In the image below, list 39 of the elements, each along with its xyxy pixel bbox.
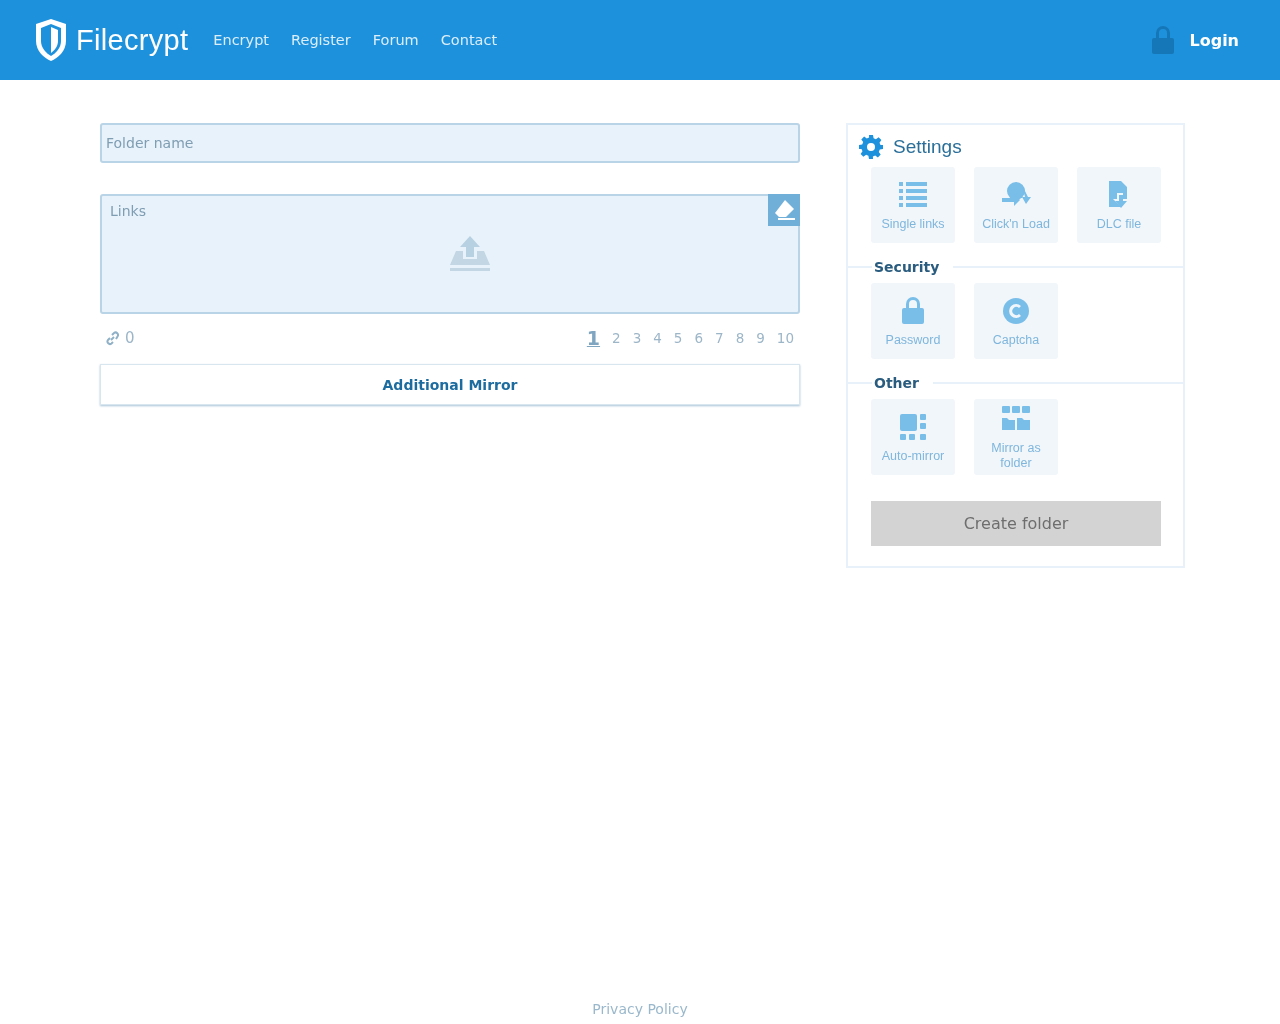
mirror-page-tab[interactable]: 2 [611,330,622,346]
mirror-page-tab[interactable]: 10 [775,330,795,346]
nav-link[interactable]: Forum [361,32,430,48]
link-icon [105,330,120,346]
option-tile[interactable]: Single links [871,167,955,243]
brand-name[interactable]: Filecrypt [76,23,189,57]
eraser-button[interactable] [768,194,800,226]
upload-icon [449,236,491,274]
nav-link[interactable]: Encrypt [202,32,281,48]
option-tile[interactable]: DLC file [1077,167,1161,243]
option-tile[interactable]: Captcha [974,283,1058,359]
mirror-page-tab[interactable]: 3 [631,330,643,346]
option-tile[interactable]: Mirror as folder [974,399,1058,475]
links-placeholder: Links [110,203,146,219]
option-tile[interactable]: Click'n Load [974,167,1058,243]
mirror-page-tab[interactable]: 6 [693,330,705,346]
mirror-page-tab[interactable]: 4 [652,330,663,346]
lock-icon [1151,25,1176,55]
mirror-page-tab[interactable]: 5 [672,330,684,346]
additional-mirror-button[interactable]: Additional Mirror [100,364,800,405]
login-link[interactable]: Login [1140,25,1250,55]
privacy-policy-link[interactable]: Privacy Policy [592,1001,688,1017]
links-field[interactable]: Links [100,194,800,314]
mirror-page-tab[interactable]: 1 [585,327,602,349]
eraser-icon [772,199,796,221]
settings-title: Settings [893,136,962,158]
settings-icon [859,135,883,159]
option-tile[interactable]: Auto-mirror [871,399,955,475]
mirror-page-tab[interactable]: 8 [734,330,746,346]
shield-logo-icon [34,18,68,62]
folder-name-field[interactable]: Folder name [100,123,800,163]
nav-link[interactable]: Register [280,32,362,48]
nav-link[interactable]: Contact [429,32,509,48]
mirror-page-tab[interactable]: 9 [755,330,766,346]
link-count: 0 [125,329,135,347]
mirror-page-tab[interactable]: 7 [714,330,725,346]
section-heading: Security [873,259,941,275]
option-tile[interactable]: Password [871,283,955,359]
section-heading: Other [873,375,920,391]
